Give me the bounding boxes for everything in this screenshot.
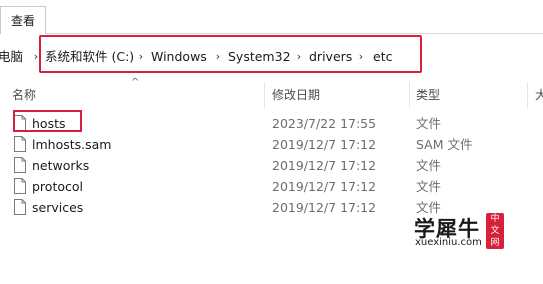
document-icon xyxy=(14,157,26,173)
breadcrumb-drivers[interactable]: drivers xyxy=(309,49,352,65)
watermark-seal: 中文网 xyxy=(486,213,504,249)
file-name[interactable]: protocol xyxy=(32,178,83,195)
column-divider[interactable] xyxy=(527,82,528,108)
column-header-name[interactable]: 名称 xyxy=(12,86,36,104)
file-name[interactable]: hosts xyxy=(32,115,66,132)
watermark-seal-text: 中文网 xyxy=(490,214,500,248)
tab-view[interactable]: 查看 xyxy=(0,6,46,34)
file-row-networks[interactable]: networks 2019/12/7 17:12 文件 xyxy=(0,155,543,176)
breadcrumb-windows[interactable]: Windows xyxy=(151,49,207,65)
breadcrumb-system32[interactable]: System32 xyxy=(228,49,291,65)
column-divider[interactable] xyxy=(264,82,265,108)
column-header-date[interactable]: 修改日期 xyxy=(272,86,320,104)
column-divider[interactable] xyxy=(409,82,410,108)
document-icon xyxy=(14,199,26,215)
file-row-hosts[interactable]: hosts 2023/7/22 17:55 文件 xyxy=(0,113,543,134)
ribbon: 查看 xyxy=(0,0,543,34)
file-type: 文件 xyxy=(416,179,442,194)
file-name[interactable]: services xyxy=(32,199,83,216)
document-icon xyxy=(14,115,26,131)
file-type: 文件 xyxy=(416,116,442,131)
chevron-right-icon[interactable]: › xyxy=(356,49,366,65)
file-name[interactable]: networks xyxy=(32,157,89,174)
document-icon xyxy=(14,136,26,152)
watermark-url: xuexiniu.com xyxy=(415,237,482,248)
file-type: SAM 文件 xyxy=(416,137,473,152)
breadcrumb-c-drive[interactable]: 系统和软件 (C:) xyxy=(45,49,134,65)
file-date: 2019/12/7 17:12 xyxy=(272,200,377,215)
breadcrumb-this-pc[interactable]: 电脑 xyxy=(0,49,23,65)
file-row-protocol[interactable]: protocol 2019/12/7 17:12 文件 xyxy=(0,176,543,197)
chevron-right-icon[interactable]: › xyxy=(294,49,304,65)
column-header-size[interactable]: 大 xyxy=(535,86,543,104)
file-date: 2023/7/22 17:55 xyxy=(272,116,377,131)
file-date: 2019/12/7 17:12 xyxy=(272,179,377,194)
chevron-right-icon[interactable]: › xyxy=(213,49,223,65)
breadcrumb-etc[interactable]: etc xyxy=(373,49,392,65)
file-row-lmhosts[interactable]: lmhosts.sam 2019/12/7 17:12 SAM 文件 xyxy=(0,134,543,155)
file-type: 文件 xyxy=(416,158,442,173)
chevron-right-icon[interactable]: › xyxy=(31,49,41,65)
sort-ascending-icon: ^ xyxy=(131,77,140,88)
ribbon-divider xyxy=(46,33,543,34)
document-icon xyxy=(14,178,26,194)
file-date: 2019/12/7 17:12 xyxy=(272,137,377,152)
file-date: 2019/12/7 17:12 xyxy=(272,158,377,173)
watermark: 学犀牛 xuexiniu.com 中文网 xyxy=(414,213,514,253)
breadcrumb[interactable]: 电脑 › 系统和软件 (C:) › Windows › System32 › d… xyxy=(0,40,543,74)
tab-view-label: 查看 xyxy=(10,14,35,28)
chevron-right-icon[interactable]: › xyxy=(136,49,146,65)
file-name[interactable]: lmhosts.sam xyxy=(32,136,111,153)
column-header-type[interactable]: 类型 xyxy=(416,86,440,104)
